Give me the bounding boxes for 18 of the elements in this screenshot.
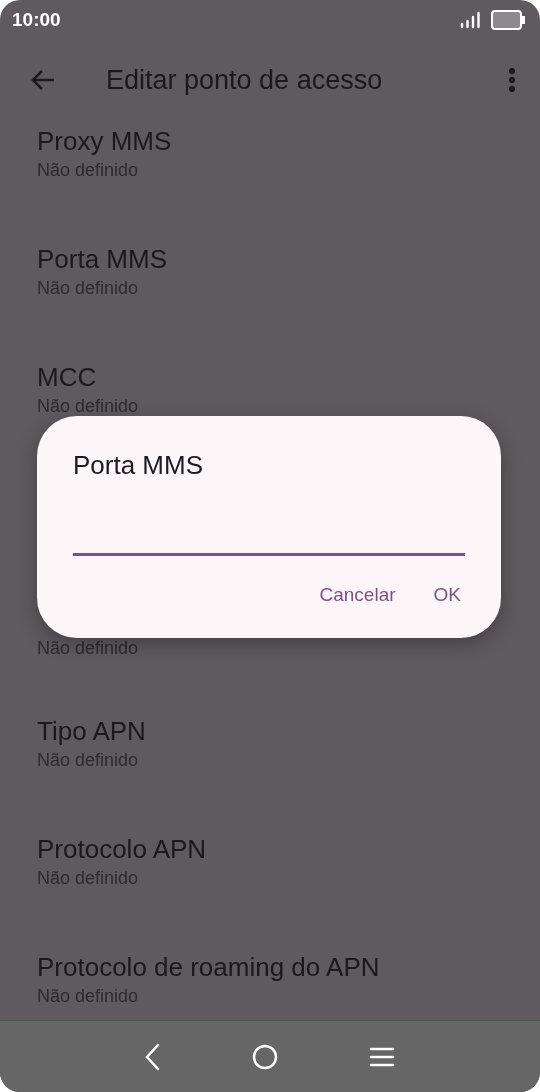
setting-title[interactable]: Porta MMS [37,242,168,276]
battery-icon [491,10,526,30]
dialog-title: Porta MMS [73,450,204,481]
dialog-button[interactable]: OK [421,576,473,614]
screen-title: Editar ponto de acesso [106,64,384,96]
arrow-left-icon [30,69,56,91]
setting-title[interactable]: Tipo APN [37,714,146,748]
chevron-left-icon [145,1042,162,1071]
dialog-button[interactable]: Cancelar [307,576,408,614]
signal-icon [460,11,481,29]
setting-title[interactable]: Proxy MMS [37,124,172,158]
setting-title[interactable]: Protocolo APN [37,832,207,866]
circle-icon [252,1043,278,1070]
menu-icon [368,1046,395,1067]
status-time: 10:00 [12,9,61,31]
more-vertical-icon [508,67,516,93]
setting-title[interactable]: MCC [37,360,97,394]
setting-title[interactable]: Protocolo de roaming do APN [37,950,380,984]
